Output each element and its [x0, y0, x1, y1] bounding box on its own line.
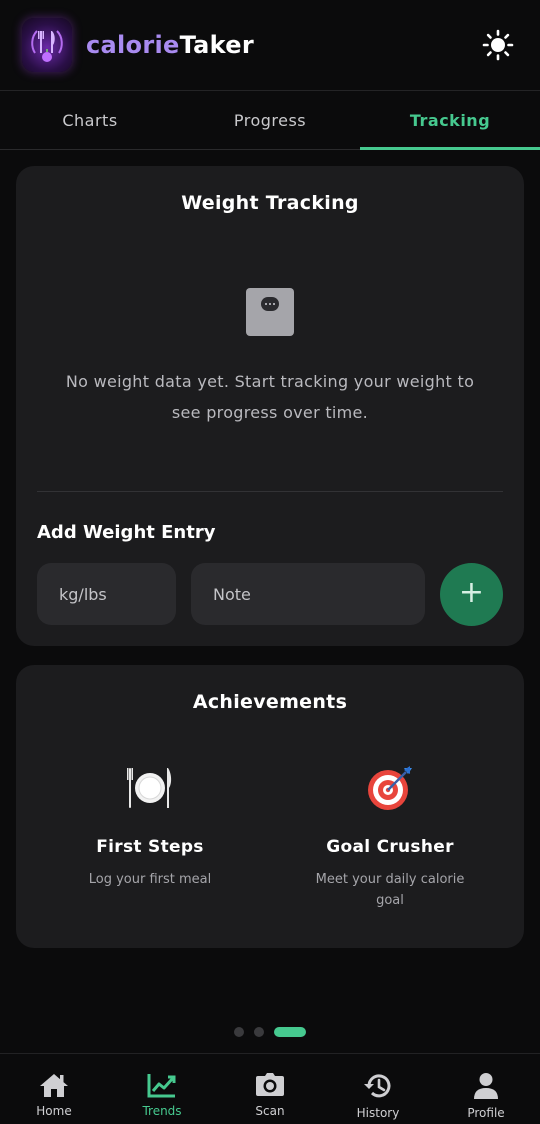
achievement-goal-crusher: Goal Crusher Meet your daily calorie goa… — [270, 761, 510, 911]
nav-profile[interactable]: Profile — [432, 1054, 540, 1124]
app-root: calorieTaker Charts Progress Tracking We… — [0, 0, 540, 1124]
nav-profile-label: Profile — [467, 1106, 505, 1120]
note-input[interactable] — [191, 563, 425, 625]
nav-history[interactable]: History — [324, 1054, 432, 1124]
weight-tracking-card: Weight Tracking No weight data yet. Star… — [16, 166, 524, 646]
home-icon — [40, 1074, 68, 1097]
tab-progress[interactable]: Progress — [180, 91, 360, 149]
achievement-first-steps: First Steps Log your first meal — [30, 761, 270, 890]
achievement-name: Goal Crusher — [326, 837, 454, 857]
plate-cutlery-icon — [30, 761, 270, 815]
empty-state-message: No weight data yet. Start tracking your … — [65, 372, 475, 422]
nav-history-label: History — [356, 1106, 400, 1120]
nav-trends-label: Trends — [142, 1104, 182, 1118]
achievement-name: First Steps — [96, 837, 204, 857]
theme-toggle-button[interactable] — [478, 25, 518, 65]
target-icon — [270, 761, 510, 815]
app-title-part1: calorie — [86, 31, 180, 59]
camera-icon — [256, 1073, 284, 1096]
nav-home-label: Home — [36, 1104, 72, 1118]
achievement-description: Meet your daily calorie goal — [315, 872, 465, 908]
page-dot-active[interactable] — [274, 1027, 306, 1037]
weight-tracking-title: Weight Tracking — [181, 192, 359, 214]
scale-dial — [261, 297, 279, 311]
page-indicator — [0, 1027, 540, 1037]
tab-tracking[interactable]: Tracking — [360, 91, 540, 150]
nav-scan-label: Scan — [255, 1104, 285, 1118]
page-dot[interactable] — [234, 1027, 244, 1037]
page-dot[interactable] — [254, 1027, 264, 1037]
sun-icon — [482, 29, 514, 61]
weight-input[interactable] — [37, 563, 176, 625]
app-title-part2: Taker — [179, 31, 254, 59]
app-header: calorieTaker — [0, 0, 540, 90]
app-title: calorieTaker — [86, 31, 254, 59]
achievement-description: Log your first meal — [88, 872, 212, 887]
scale-icon — [246, 288, 294, 336]
section-divider — [37, 491, 503, 492]
add-weight-button[interactable]: + — [440, 563, 503, 626]
bottom-navigation: Home Trends Scan History Profile — [0, 1053, 540, 1124]
achievements-card: Achievements First Steps Log your first … — [16, 665, 524, 948]
add-weight-entry-label: Add Weight Entry — [37, 522, 216, 543]
tab-charts[interactable]: Charts — [0, 91, 180, 149]
profile-icon — [474, 1073, 498, 1099]
nav-home[interactable]: Home — [0, 1054, 108, 1124]
nav-trends[interactable]: Trends — [108, 1054, 216, 1124]
trends-icon — [147, 1074, 176, 1098]
nav-scan[interactable]: Scan — [216, 1054, 324, 1124]
history-icon — [364, 1074, 391, 1098]
tab-bar: Charts Progress Tracking — [0, 90, 540, 150]
fork-knife-logo-icon — [22, 18, 72, 72]
achievements-title: Achievements — [192, 691, 348, 713]
